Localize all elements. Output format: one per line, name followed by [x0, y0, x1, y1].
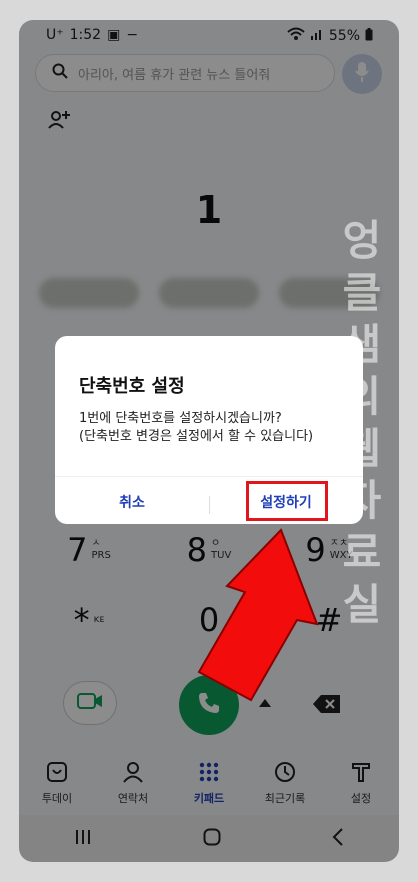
cancel-button[interactable]: 취소 [55, 482, 209, 522]
dialog-divider [55, 476, 363, 477]
dialog-message-line: (단축번호 변경은 설정에서 할 수 있습니다) [79, 429, 314, 444]
dialog-title: 단축번호 설정 [79, 376, 185, 397]
dialog-message: 1번에 단축번호를 설정하시겠습니까? (단축번호 변경은 설정에서 할 수 있… [79, 410, 349, 446]
phone-screen: U⁺ 1:52 ▣ − 55% 아리아, 여름 휴가 관련 뉴스 틀어줘 1 7… [19, 20, 399, 862]
highlight-box [246, 481, 328, 521]
dialog-message-line: 1번에 단축번호를 설정하시겠습니까? [79, 411, 282, 426]
